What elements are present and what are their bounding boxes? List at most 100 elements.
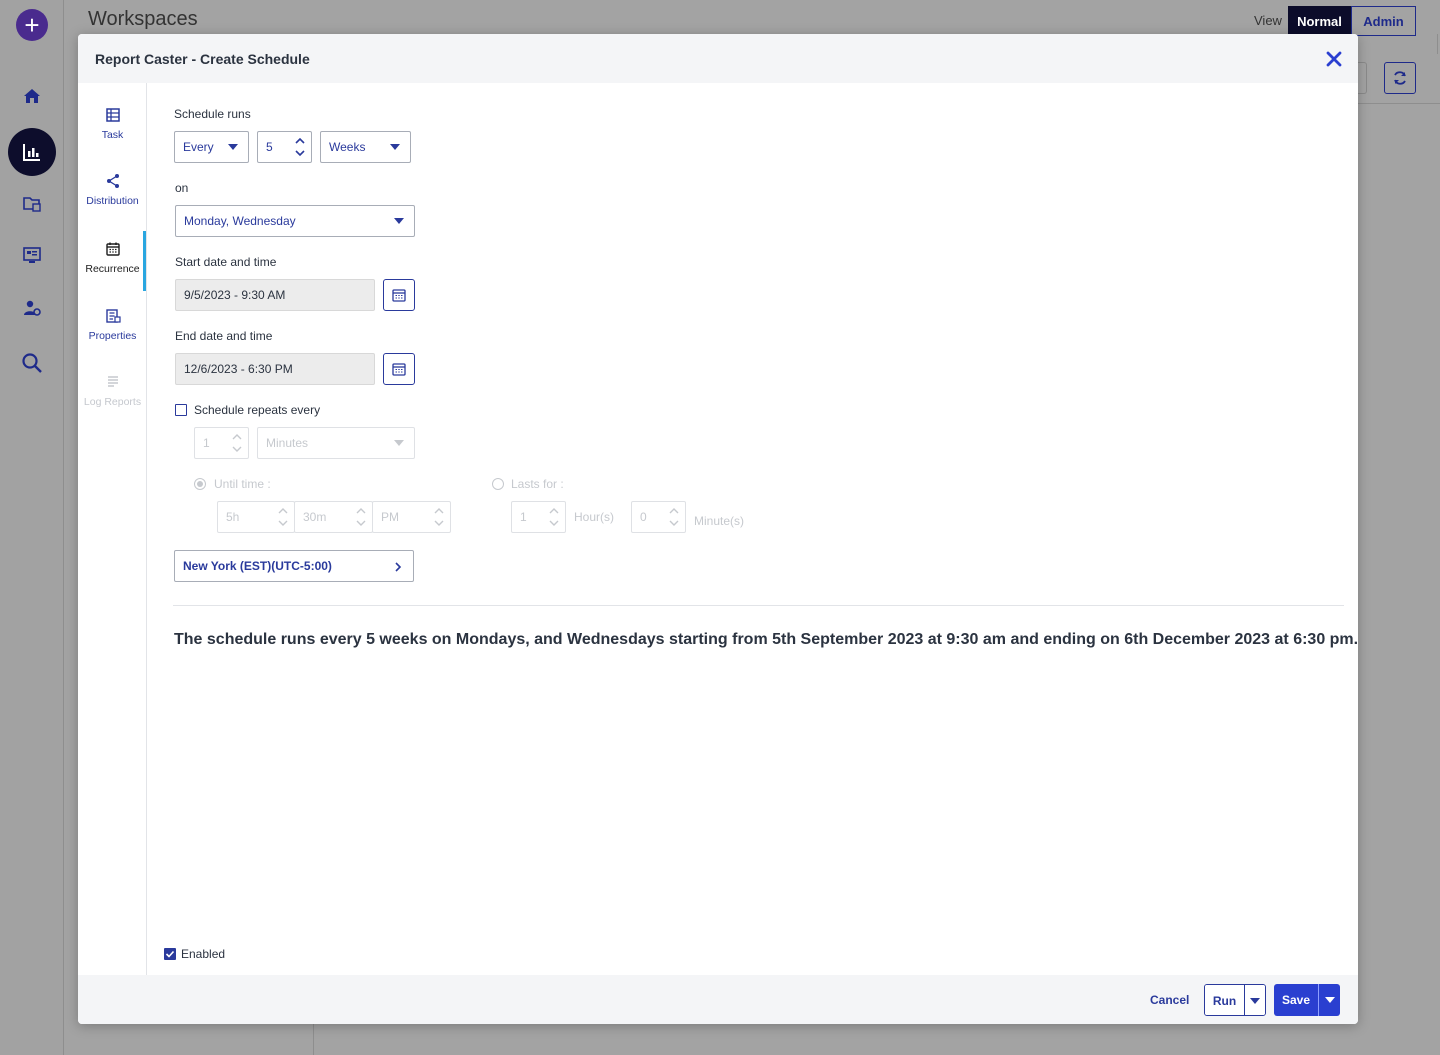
view-normal-button[interactable]: Normal	[1288, 6, 1351, 36]
nav-item-label: Distribution	[86, 195, 139, 207]
active-indicator	[143, 231, 146, 291]
timezone-button[interactable]: New York (EST)(UTC-5:00)	[174, 550, 414, 582]
share-icon	[105, 173, 121, 189]
days-select[interactable]: Monday, Wednesday	[175, 205, 415, 237]
page-title: Workspaces	[88, 8, 198, 30]
arrow-down-icon	[434, 520, 444, 526]
save-options-button[interactable]	[1319, 984, 1340, 1016]
repeat-count-stepper: 1	[194, 427, 249, 459]
home-icon[interactable]	[16, 80, 48, 112]
arrow-up-icon[interactable]	[295, 137, 305, 145]
days-value: Monday, Wednesday	[184, 214, 296, 228]
unit-select[interactable]: Weeks	[320, 131, 411, 163]
chevron-right-icon	[395, 562, 402, 572]
stepper-arrows[interactable]	[289, 132, 311, 162]
arrow-up-icon	[669, 508, 679, 514]
run-button[interactable]: Run	[1205, 985, 1245, 1015]
arrow-down-icon	[232, 446, 242, 452]
end-calendar-button[interactable]	[383, 353, 415, 385]
start-date-field[interactable]: 9/5/2023 - 9:30 AM	[175, 279, 375, 311]
arrow-down-icon[interactable]	[295, 149, 305, 157]
schedule-repeats-label: Schedule repeats every	[194, 403, 321, 417]
lasts-hours-stepper: 1	[511, 501, 566, 533]
run-options-button[interactable]	[1245, 985, 1265, 1015]
nav-item-distribution[interactable]: Distribution	[78, 173, 147, 233]
schedule-summary: The schedule runs every 5 weeks on Monda…	[174, 631, 1359, 648]
until-minute-stepper: 30m	[294, 501, 373, 533]
timezone-value: New York (EST)(UTC-5:00)	[183, 559, 332, 573]
chevron-down-icon	[394, 218, 404, 224]
arrow-up-icon	[434, 508, 444, 514]
interval-value: 5	[266, 140, 273, 154]
frequency-select[interactable]: Every	[174, 131, 249, 163]
divider	[1358, 103, 1440, 104]
dashboard-icon[interactable]	[16, 239, 48, 271]
user-settings-icon[interactable]	[16, 292, 48, 324]
nav-item-recurrence[interactable]: Recurrence	[78, 241, 147, 301]
close-icon[interactable]	[1323, 48, 1345, 70]
stepper-arrows	[226, 428, 248, 458]
view-admin-button[interactable]: Admin	[1351, 6, 1416, 36]
repeat-unit-value: Minutes	[266, 436, 309, 450]
minutes-label: Minute(s)	[694, 514, 745, 528]
save-split-button: Save	[1274, 984, 1340, 1016]
chevron-down-icon	[228, 144, 238, 150]
nav-item-task[interactable]: Task	[78, 107, 147, 167]
refresh-icon[interactable]	[1384, 62, 1416, 94]
create-schedule-dialog: Report Caster - Create Schedule Task Dis…	[78, 34, 1358, 1024]
nav-item-label: Task	[101, 129, 124, 141]
end-date-field[interactable]: 12/6/2023 - 6:30 PM	[175, 353, 375, 385]
cancel-button[interactable]: Cancel	[1150, 993, 1189, 1007]
stepper-arrows	[663, 502, 685, 532]
table-icon	[105, 107, 121, 123]
repeat-count-value: 1	[203, 436, 210, 450]
end-date-label: End date and time	[175, 329, 273, 343]
chevron-down-icon	[390, 144, 400, 150]
properties-icon	[105, 308, 121, 324]
chevron-down-icon	[394, 440, 404, 446]
lasts-for-label: Lasts for :	[511, 477, 564, 491]
add-icon[interactable]: +	[16, 9, 48, 41]
nav-item-properties[interactable]: Properties	[78, 308, 147, 368]
lasts-for-radio	[492, 478, 504, 490]
arrow-down-icon	[669, 520, 679, 526]
stepper-arrows	[428, 502, 450, 532]
enabled-checkbox[interactable]	[164, 948, 176, 960]
unit-value: Weeks	[329, 140, 366, 154]
until-hour-value: 5h	[226, 510, 240, 524]
divider	[1437, 34, 1438, 54]
arrow-down-icon	[549, 520, 559, 526]
calendar-icon	[392, 289, 406, 302]
divider	[313, 1024, 314, 1055]
start-date-value: 9/5/2023 - 9:30 AM	[184, 288, 286, 302]
nav-item-label: Properties	[88, 330, 137, 342]
nav-item-log-reports: Log Reports	[78, 374, 147, 434]
on-label: on	[175, 181, 189, 195]
until-hour-stepper: 5h	[217, 501, 295, 533]
nav-item-label: Log Reports	[83, 396, 142, 408]
app-sidebar: +	[0, 0, 64, 1055]
enabled-label: Enabled	[181, 947, 226, 961]
arrow-up-icon	[232, 434, 242, 440]
frequency-value: Every	[183, 140, 214, 154]
divider	[173, 605, 1344, 606]
calendar-icon	[105, 241, 121, 257]
folder-data-icon[interactable]	[16, 188, 48, 220]
hours-label: Hour(s)	[574, 510, 615, 524]
dialog-title: Report Caster - Create Schedule	[95, 51, 310, 67]
log-icon	[105, 374, 121, 390]
save-button[interactable]: Save	[1274, 984, 1319, 1016]
search-icon[interactable]	[16, 347, 48, 379]
end-date-value: 12/6/2023 - 6:30 PM	[184, 362, 293, 376]
arrow-down-icon	[278, 520, 288, 526]
lasts-hours-value: 1	[520, 510, 527, 524]
calendar-icon	[392, 363, 406, 376]
interval-stepper[interactable]: 5	[257, 131, 312, 163]
reports-icon[interactable]	[8, 128, 56, 176]
schedule-repeats-checkbox[interactable]	[175, 404, 187, 416]
arrow-up-icon	[549, 508, 559, 514]
start-calendar-button[interactable]	[383, 279, 415, 311]
nav-item-label: Recurrence	[85, 263, 140, 275]
arrow-up-icon	[356, 508, 366, 514]
lasts-minutes-value: 0	[640, 510, 647, 524]
